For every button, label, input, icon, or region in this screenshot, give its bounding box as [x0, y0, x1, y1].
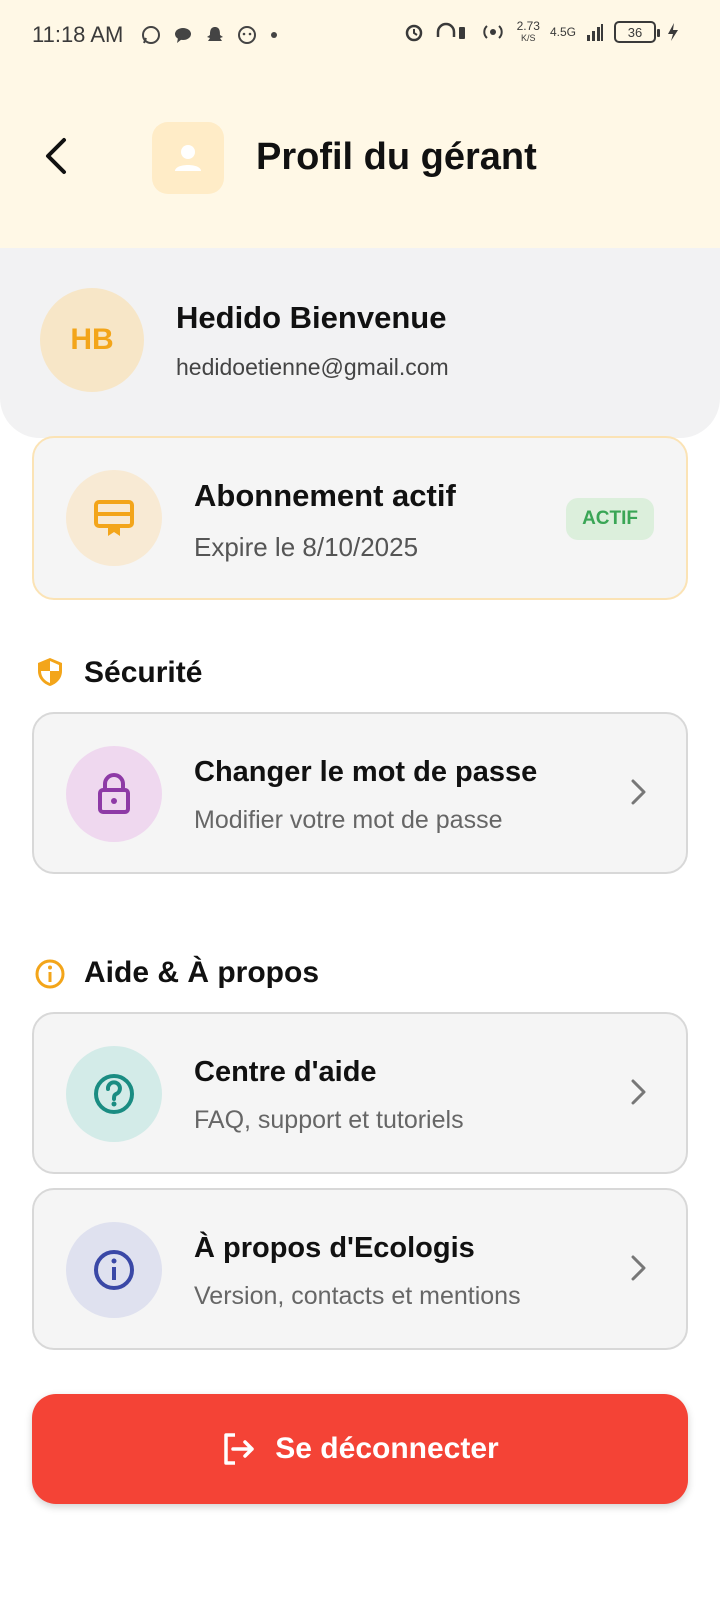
face-icon: [238, 26, 256, 44]
network-speed: 2.73 K/S: [516, 19, 540, 43]
avatar: HB: [40, 288, 144, 392]
app-header: Profil du gérant: [0, 72, 720, 248]
help-section-title: Aide & À propos: [84, 956, 320, 989]
change-password-row[interactable]: Changer le mot de passe Modifier votre m…: [32, 712, 688, 874]
about-row[interactable]: À propos d'Ecologis Version, contacts et…: [32, 1188, 688, 1350]
lock-icon-container: [66, 746, 162, 842]
chevron-right-icon: [631, 1255, 646, 1281]
battery-icon: 36: [614, 21, 660, 43]
status-time: 11:18 AM: [32, 22, 124, 47]
help-icon-container: [66, 1046, 162, 1142]
about-icon-container: [66, 1222, 162, 1318]
subscription-icon-container: [66, 470, 162, 566]
help-center-row[interactable]: Centre d'aide FAQ, support et tutoriels: [32, 1012, 688, 1174]
header-avatar: [152, 122, 224, 194]
row-subtitle: FAQ, support et tutoriels: [194, 1106, 464, 1134]
profile-summary: HB Hedido Bienvenue hedidoetienne@gmail.…: [0, 248, 720, 438]
more-dot-icon: [271, 32, 277, 38]
logout-button[interactable]: Se déconnecter: [32, 1394, 688, 1504]
chevron-right-icon: [631, 779, 646, 805]
system-icons: 2.73 K/S 4.5G 36: [403, 20, 680, 44]
info-icon: [94, 1250, 134, 1290]
user-name: Hedido Bienvenue: [176, 300, 447, 335]
user-email: hedidoetienne@gmail.com: [176, 354, 449, 380]
subscription-title: Abonnement actif: [194, 478, 456, 513]
signal-icon: [587, 24, 603, 41]
row-title: Changer le mot de passe: [194, 756, 538, 788]
lock-icon: [98, 773, 130, 814]
status-badge: ACTIF: [566, 498, 654, 540]
snapchat-icon: [207, 27, 223, 41]
chevron-right-icon: [631, 1079, 646, 1105]
info-icon: [35, 959, 65, 989]
row-title: Centre d'aide: [194, 1056, 377, 1088]
back-button[interactable]: [32, 132, 80, 180]
row-subtitle: Version, contacts et mentions: [194, 1282, 521, 1310]
logout-label: Se déconnecter: [275, 1432, 499, 1465]
alarm-icon: [405, 24, 422, 42]
security-section-title: Sécurité: [84, 656, 203, 689]
notification-icons: [140, 24, 280, 46]
network-type: 4.5G: [549, 25, 576, 39]
arrow-back-icon: [46, 138, 66, 174]
person-icon: [175, 145, 201, 171]
headphones-icon: [436, 22, 465, 39]
subscription-expiry: Expire le 8/10/2025: [194, 532, 419, 562]
card-membership-icon: [94, 500, 134, 536]
logout-icon: [224, 1433, 255, 1465]
page-title: Profil du gérant: [256, 136, 537, 178]
status-bar: 11:18 AM 2.73 K/S 4.5G 36: [0, 0, 720, 72]
subscription-card: Abonnement actif Expire le 8/10/2025 ACT…: [32, 436, 688, 600]
charging-icon: [668, 23, 678, 41]
row-title: À propos d'Ecologis: [194, 1232, 475, 1264]
help-circle-icon: [94, 1074, 134, 1114]
chat-icon: [175, 28, 191, 43]
hotspot-icon: [482, 25, 503, 39]
whatsapp-icon: [142, 26, 160, 44]
shield-icon: [38, 658, 62, 686]
row-subtitle: Modifier votre mot de passe: [194, 806, 503, 834]
